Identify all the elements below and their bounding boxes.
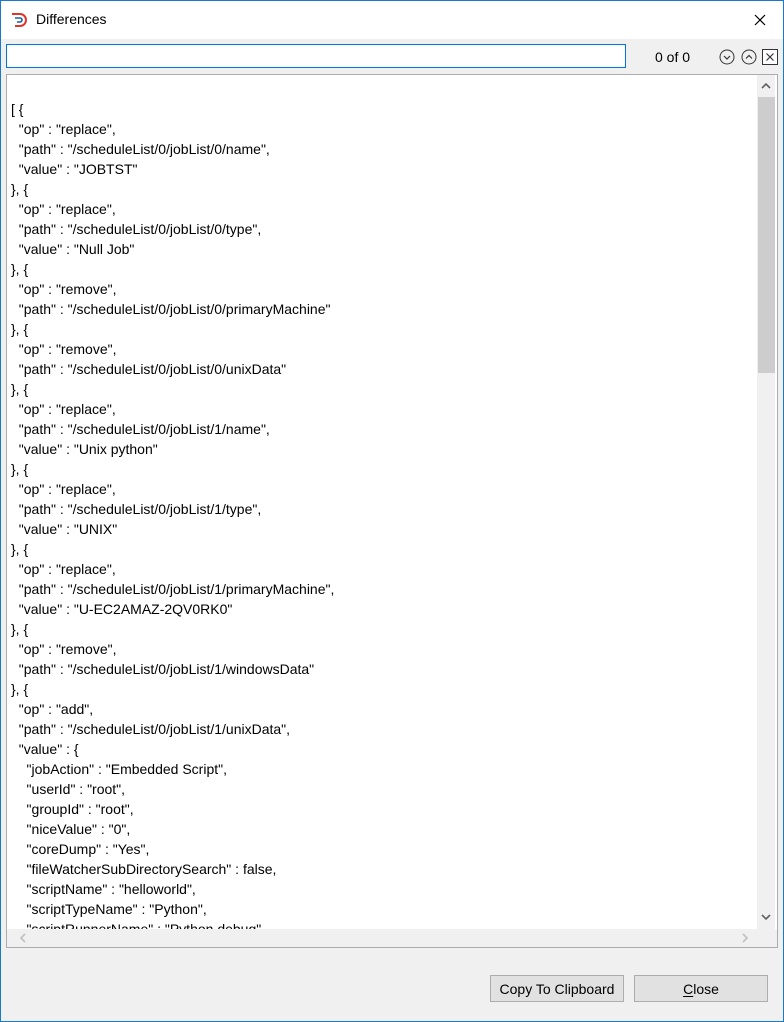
diff-line: "fileWatcherSubDirectorySearch" : false, bbox=[11, 861, 277, 877]
diff-line: "path" : "/scheduleList/0/jobList/0/type… bbox=[11, 221, 262, 237]
diff-line: "path" : "/scheduleList/0/jobList/1/prim… bbox=[11, 581, 335, 597]
diff-line: "path" : "/scheduleList/0/jobList/1/name… bbox=[11, 421, 270, 437]
close-button-label: Close bbox=[683, 980, 719, 997]
diff-line: "op" : "replace", bbox=[11, 201, 116, 217]
diff-line: "op" : "replace", bbox=[11, 401, 116, 417]
diff-line: "value" : "JOBTST" bbox=[11, 161, 138, 177]
diff-line: "value" : "U-EC2AMAZ-2QV0RK0" bbox=[11, 601, 233, 617]
diff-line: "op" : "replace", bbox=[11, 121, 116, 137]
diff-line: "path" : "/scheduleList/0/jobList/1/unix… bbox=[11, 721, 291, 737]
diff-line: }, { bbox=[11, 461, 29, 477]
diff-line: "groupId" : "root", bbox=[11, 801, 134, 817]
chevron-down-circle-icon[interactable] bbox=[719, 49, 735, 65]
app-logo-icon bbox=[12, 13, 27, 27]
diff-text-area[interactable]: [ { "op" : "replace", "path" : "/schedul… bbox=[6, 74, 778, 948]
diff-line: "value" : "UNIX" bbox=[11, 521, 118, 537]
copy-to-clipboard-button[interactable]: Copy To Clipboard bbox=[490, 975, 624, 1002]
search-input[interactable] bbox=[6, 44, 626, 68]
diff-line: }, { bbox=[11, 381, 29, 397]
diff-line: "op" : "replace", bbox=[11, 561, 116, 577]
diff-line: "value" : "Null Job" bbox=[11, 241, 135, 257]
diff-line: "path" : "/scheduleList/0/jobList/0/prim… bbox=[11, 301, 331, 317]
diff-line: }, { bbox=[11, 321, 29, 337]
close-icon[interactable] bbox=[749, 9, 771, 31]
diff-line: }, { bbox=[11, 261, 29, 277]
horizontal-scrollbar[interactable] bbox=[7, 929, 777, 947]
diff-line: "userId" : "root", bbox=[11, 781, 126, 797]
diff-line: "niceValue" : "0", bbox=[11, 821, 131, 837]
diff-line: }, { bbox=[11, 181, 29, 197]
diff-line: }, { bbox=[11, 621, 29, 637]
diff-line: }, { bbox=[11, 541, 29, 557]
diff-line: "scriptName" : "helloworld", bbox=[11, 881, 196, 897]
vertical-scrollbar[interactable] bbox=[757, 75, 775, 929]
scroll-up-icon[interactable] bbox=[758, 78, 774, 94]
diff-line: "scriptTypeName" : "Python", bbox=[11, 901, 207, 917]
diff-line: "jobAction" : "Embedded Script", bbox=[11, 761, 227, 777]
diff-line: "path" : "/scheduleList/0/jobList/1/type… bbox=[11, 501, 262, 517]
diff-line: "op" : "remove", bbox=[11, 281, 117, 297]
vertical-scroll-thumb[interactable] bbox=[758, 97, 775, 373]
diff-line: "path" : "/scheduleList/0/jobList/1/wind… bbox=[11, 661, 315, 677]
diff-line: "op" : "replace", bbox=[11, 481, 116, 497]
chevron-up-circle-icon[interactable] bbox=[741, 49, 757, 65]
close-box-icon[interactable] bbox=[762, 49, 778, 65]
scroll-right-icon[interactable] bbox=[737, 930, 753, 946]
scroll-down-icon[interactable] bbox=[758, 909, 774, 925]
diff-line: [ { bbox=[11, 101, 24, 117]
diff-line: "op" : "remove", bbox=[11, 341, 117, 357]
match-count: 0 of 0 bbox=[655, 49, 691, 65]
diff-line: "path" : "/scheduleList/0/jobList/0/unix… bbox=[11, 361, 287, 377]
diff-line: "path" : "/scheduleList/0/jobList/0/name… bbox=[11, 141, 270, 157]
close-button[interactable]: Close bbox=[634, 975, 768, 1002]
title-bar: Differences bbox=[1, 1, 783, 39]
diff-line: "op" : "add", bbox=[11, 701, 94, 717]
diff-json-text: [ { "op" : "replace", "path" : "/schedul… bbox=[11, 99, 334, 939]
differences-dialog: Differences 0 of 0 [ { "op" : "replace",… bbox=[0, 0, 784, 1022]
diff-line: "value" : "Unix python" bbox=[11, 441, 158, 457]
window-title: Differences bbox=[36, 11, 107, 27]
diff-line: "value" : { bbox=[11, 741, 79, 757]
diff-line: }, { bbox=[11, 681, 29, 697]
diff-line: "op" : "remove", bbox=[11, 641, 117, 657]
scroll-left-icon[interactable] bbox=[15, 930, 31, 946]
diff-line: "coreDump" : "Yes", bbox=[11, 841, 150, 857]
